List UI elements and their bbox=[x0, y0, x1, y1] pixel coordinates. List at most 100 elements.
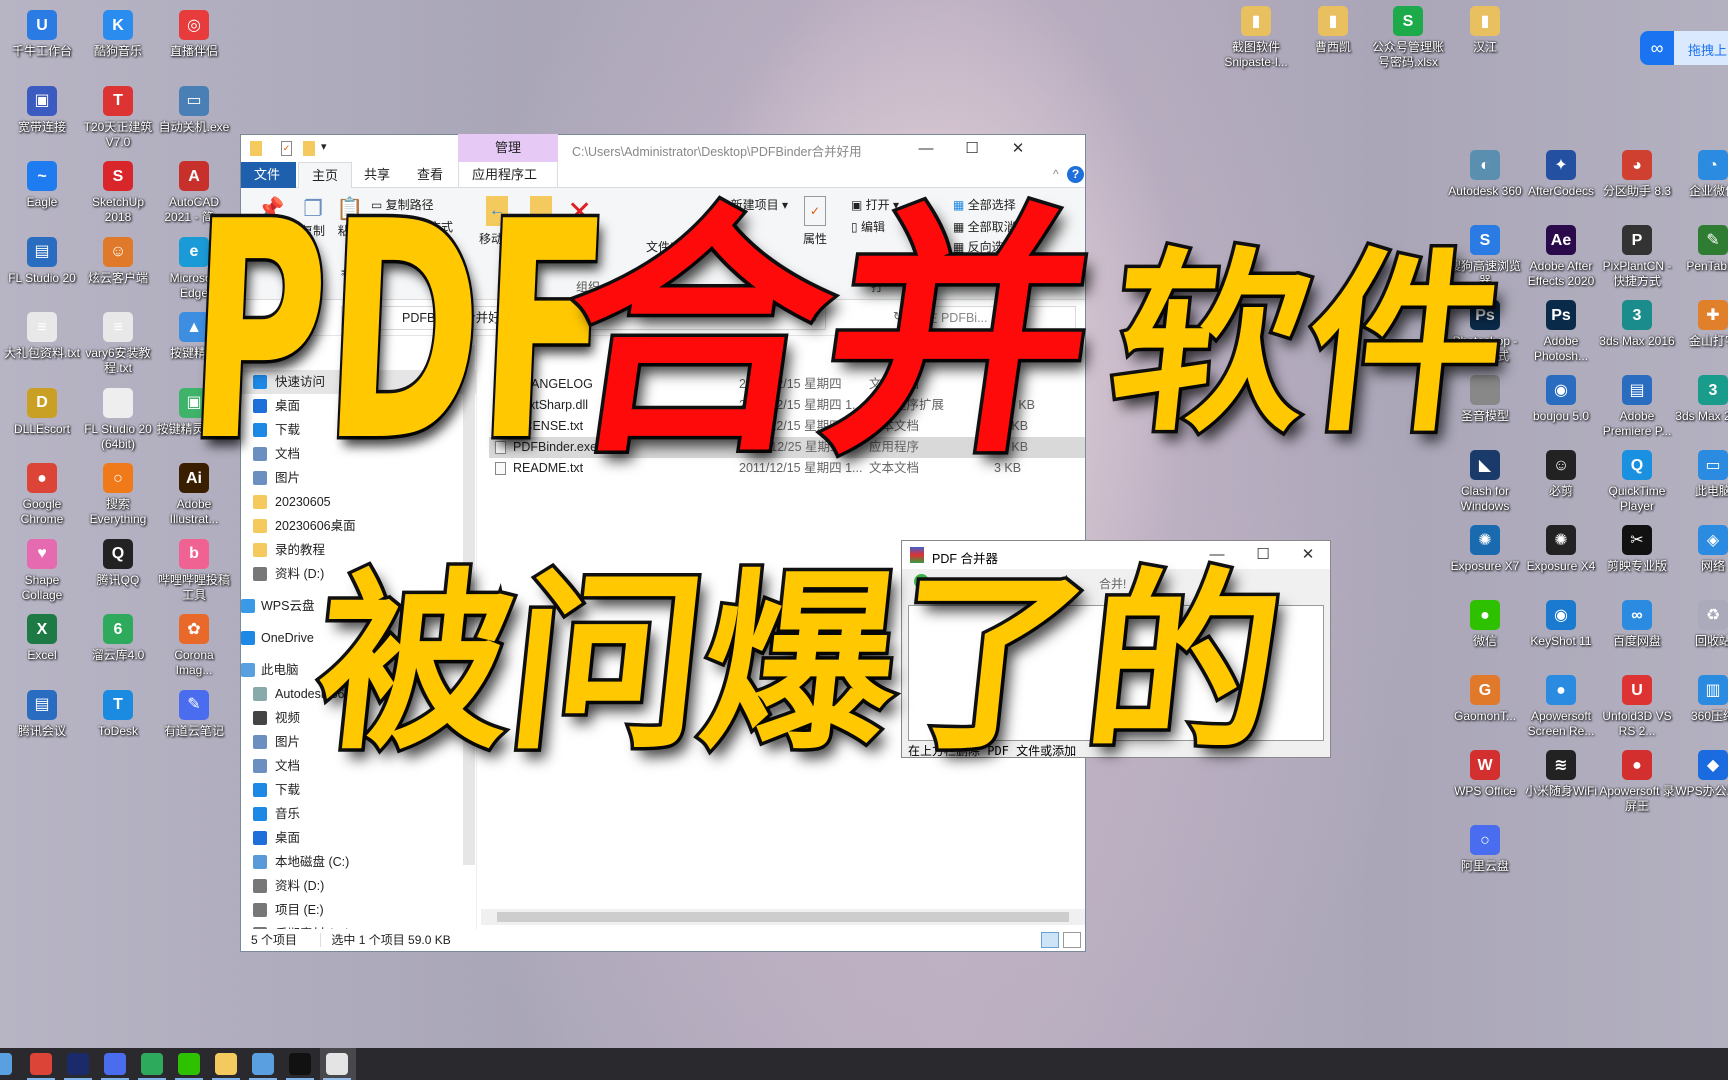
desktop-icon[interactable]: ● Google Chrome bbox=[4, 463, 80, 527]
desktop-icon[interactable]: b 哔哩哔哩投稿工具 bbox=[156, 538, 232, 603]
desktop-icon[interactable]: ✚ 金山打字 bbox=[1675, 300, 1728, 349]
desktop-icon[interactable]: ☺ 必剪 bbox=[1523, 450, 1599, 499]
desktop-icon[interactable]: W WPS Office bbox=[1447, 750, 1523, 799]
desktop-icon[interactable]: P PixPlantCN - 快捷方式 bbox=[1599, 225, 1675, 289]
desktop-icon[interactable]: ● Apowersoft Screen Re... bbox=[1523, 675, 1599, 739]
desktop-icon[interactable]: ≡ 大礼包资料.txt bbox=[4, 312, 80, 361]
close-button[interactable]: ✕ bbox=[995, 135, 1041, 162]
desktop-icon[interactable]: ▤ Adobe Premiere P... bbox=[1599, 375, 1675, 439]
desktop-icon[interactable]: ◈ 网络 bbox=[1675, 525, 1728, 574]
desktop-icon[interactable]: ● Apowersoft 录屏王 bbox=[1599, 750, 1675, 814]
file-explorer-icon[interactable] bbox=[215, 1053, 237, 1075]
desktop-icon-label: Excel bbox=[27, 648, 57, 662]
desktop-icon[interactable]: FL Studio 20 (64bit) bbox=[80, 387, 156, 452]
nav-item[interactable]: 音乐 bbox=[241, 802, 476, 826]
desktop-icon[interactable]: ▮ 截图软件 Snipaste-l... bbox=[1218, 6, 1294, 70]
nav-item[interactable]: 资料 (D:) bbox=[241, 874, 476, 898]
help-icon[interactable]: ? bbox=[1067, 166, 1084, 183]
desktop-icon[interactable]: ◎ 直播伴侣 bbox=[156, 10, 232, 59]
desktop-icon[interactable]: ~ Eagle bbox=[4, 161, 80, 210]
minimize-button[interactable]: — bbox=[903, 135, 949, 162]
desktop-icon[interactable]: ✦ AfterCodecs bbox=[1523, 150, 1599, 199]
desktop-icon-label: Shape Collage bbox=[21, 572, 63, 602]
desktop-icon[interactable]: D DLLEscort bbox=[4, 387, 80, 437]
desktop-icon[interactable]: T T20天正建筑 V7.0 bbox=[80, 85, 156, 150]
meeting-icon[interactable] bbox=[252, 1053, 274, 1075]
nav-item[interactable]: 项目 (E:) bbox=[241, 898, 476, 922]
collapse-ribbon-icon[interactable]: ^ bbox=[1053, 167, 1059, 181]
app-icon[interactable] bbox=[67, 1053, 89, 1075]
desktop-icon[interactable]: ▥ 360压缩 bbox=[1675, 675, 1728, 724]
desktop-icon[interactable]: Ae Adobe After Effects 2020 bbox=[1523, 225, 1599, 289]
desktop-icon[interactable]: T ToDesk bbox=[80, 689, 156, 739]
customize-quick-access-icon[interactable]: ▾ bbox=[321, 140, 327, 153]
properties-quick-icon[interactable]: ✓ bbox=[281, 141, 292, 156]
desktop-icon[interactable]: ✺ Exposure X4 bbox=[1523, 525, 1599, 574]
desktop-icon[interactable]: ◐ Autodesk 360 bbox=[1447, 150, 1523, 199]
start-grid-icon[interactable] bbox=[0, 1053, 12, 1075]
liuyunku-icon[interactable] bbox=[141, 1053, 163, 1075]
desktop-icon[interactable]: 3 3ds Max 2022 bbox=[1675, 375, 1728, 424]
desktop-icon[interactable]: U 千牛工作台 bbox=[4, 10, 80, 59]
desktop-icon[interactable]: ◉ boujou 5.0 bbox=[1523, 375, 1599, 424]
nav-item[interactable]: 后期素材 (G:) bbox=[241, 922, 476, 929]
desktop-icon[interactable]: Ps Adobe Photosh... bbox=[1523, 300, 1599, 364]
baidu-upload-widget[interactable]: ∞ 拖拽上 bbox=[1640, 31, 1728, 65]
desktop-icon[interactable]: ≋ 小米随身WiFi bbox=[1523, 750, 1599, 799]
desktop-icon[interactable]: ✺ Exposure X7 bbox=[1447, 525, 1523, 574]
nav-item[interactable]: 本地磁盘 (C:) bbox=[241, 850, 476, 874]
desktop-icon[interactable]: ✎ 有道云笔记 bbox=[156, 689, 232, 739]
desktop-icon[interactable]: S SketchUp 2018 bbox=[80, 161, 156, 225]
desktop-icon[interactable]: ✎ PenTablet bbox=[1675, 225, 1728, 274]
desktop-icon[interactable]: ♥ Shape Collage bbox=[4, 538, 80, 603]
desktop-icon[interactable]: G GaomonT... bbox=[1447, 675, 1523, 724]
wechat-icon[interactable] bbox=[178, 1053, 200, 1075]
maximize-button[interactable]: ☐ bbox=[949, 135, 995, 162]
desktop-icon[interactable]: 3 3ds Max 2016 bbox=[1599, 300, 1675, 349]
desktop-icon[interactable]: ● 微信 bbox=[1447, 600, 1523, 649]
desktop-icon[interactable]: U Unfold3D VS RS 2... bbox=[1599, 675, 1675, 739]
desktop-icon[interactable]: ◆ WPS办公助手 bbox=[1675, 750, 1728, 799]
new-folder-quick-icon[interactable] bbox=[303, 141, 315, 156]
desktop-icon[interactable]: ∞ 百度网盘 bbox=[1599, 600, 1675, 649]
desktop-icon[interactable]: Q 腾讯QQ bbox=[80, 538, 156, 588]
desktop-icon-label: Apowersoft 录屏王 bbox=[1599, 784, 1675, 813]
desktop-icon[interactable]: 6 溜云库4.0 bbox=[80, 614, 156, 663]
desktop-icon-label: WPS Office bbox=[1454, 784, 1516, 798]
desktop-icon[interactable]: ◔ 企业微信 bbox=[1675, 150, 1728, 199]
desktop-icon[interactable]: ○ 搜索 Everything bbox=[80, 463, 156, 527]
details-view-button[interactable] bbox=[1041, 932, 1059, 948]
nav-item[interactable]: 桌面 bbox=[241, 826, 476, 850]
desktop-icon[interactable]: Q QuickTime Player bbox=[1599, 450, 1675, 514]
nav-item[interactable]: 20230606桌面 bbox=[241, 514, 476, 538]
pdf-close-button[interactable]: ✕ bbox=[1285, 541, 1331, 568]
desktop-icon[interactable]: ≡ vary6安装教程.txt bbox=[80, 312, 156, 376]
desktop-icon[interactable]: S 公众号管理账号密码.xlsx bbox=[1370, 6, 1446, 70]
desktop-icon[interactable]: ✂ 剪映专业版 bbox=[1599, 525, 1675, 574]
desktop-icon[interactable]: ♻ 回收站 bbox=[1675, 600, 1728, 649]
desktop-icon[interactable]: K 酷狗音乐 bbox=[80, 10, 156, 59]
app-icon: D bbox=[27, 387, 57, 418]
desktop-icon[interactable]: X Excel bbox=[4, 614, 80, 663]
desktop-icon[interactable]: ▤ FL Studio 20 bbox=[4, 236, 80, 286]
desktop-icon[interactable]: ▤ 腾讯会议 bbox=[4, 689, 80, 739]
desktop-icon[interactable]: ◕ 分区助手 8.3 bbox=[1599, 150, 1675, 199]
desktop-icon[interactable]: ▮ 曹西凯 bbox=[1295, 6, 1371, 55]
desktop-icon[interactable]: ▭ 此电脑 bbox=[1675, 450, 1728, 499]
item-count: 5 个项目 bbox=[251, 933, 298, 947]
desktop-icon-label: 分区助手 8.3 bbox=[1602, 184, 1672, 198]
capcut-icon[interactable] bbox=[289, 1053, 311, 1075]
desktop-icon[interactable]: ▣ 宽带连接 bbox=[4, 85, 80, 135]
chrome-icon[interactable] bbox=[30, 1053, 52, 1075]
desktop-icon[interactable]: ▭ 自动关机.exe bbox=[156, 85, 232, 135]
desktop-icon[interactable]: ○ 阿里云盘 bbox=[1447, 825, 1523, 874]
horizontal-scrollbar[interactable] bbox=[481, 909, 1085, 925]
desktop-icon[interactable]: ▮ 汉江 bbox=[1447, 6, 1523, 55]
nav-item[interactable]: 下载 bbox=[241, 778, 476, 802]
desktop-icon[interactable]: ☺ 炫云客户端 bbox=[80, 236, 156, 286]
large-icons-view-button[interactable] bbox=[1063, 932, 1081, 948]
youdao-note-icon[interactable] bbox=[104, 1053, 126, 1075]
desktop-icon[interactable]: ◉ KeyShot 11 bbox=[1523, 600, 1599, 649]
desktop-icon[interactable]: ✿ Corona Imag... bbox=[156, 614, 232, 678]
app-icon: ○ bbox=[1470, 825, 1500, 855]
